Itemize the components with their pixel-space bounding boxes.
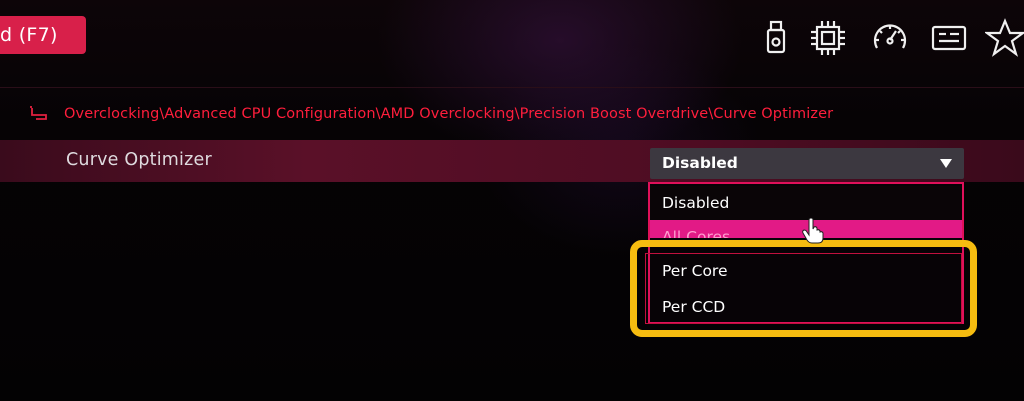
highlight-annotation (630, 240, 977, 337)
curve-optimizer-select[interactable]: Disabled (650, 148, 964, 179)
breadcrumb: Overclocking\Advanced CPU Configuration\… (28, 100, 1018, 128)
select-value: Disabled (662, 154, 738, 172)
option-disabled[interactable]: Disabled (650, 186, 962, 220)
back-icon[interactable] (28, 105, 50, 123)
hand-cursor-icon (802, 217, 824, 244)
top-bar: d (F7) (0, 0, 1024, 88)
chevron-down-icon (940, 159, 952, 168)
cpu-icon[interactable] (808, 18, 848, 58)
favorite-star-icon[interactable] (985, 18, 1024, 58)
setting-label: Curve Optimizer (66, 150, 212, 170)
mode-toggle-button[interactable]: d (F7) (0, 16, 86, 54)
speedometer-icon[interactable] (870, 18, 910, 58)
usb-icon[interactable] (756, 18, 796, 58)
board-explorer-icon[interactable] (929, 18, 969, 58)
breadcrumb-path: Overclocking\Advanced CPU Configuration\… (64, 106, 834, 122)
